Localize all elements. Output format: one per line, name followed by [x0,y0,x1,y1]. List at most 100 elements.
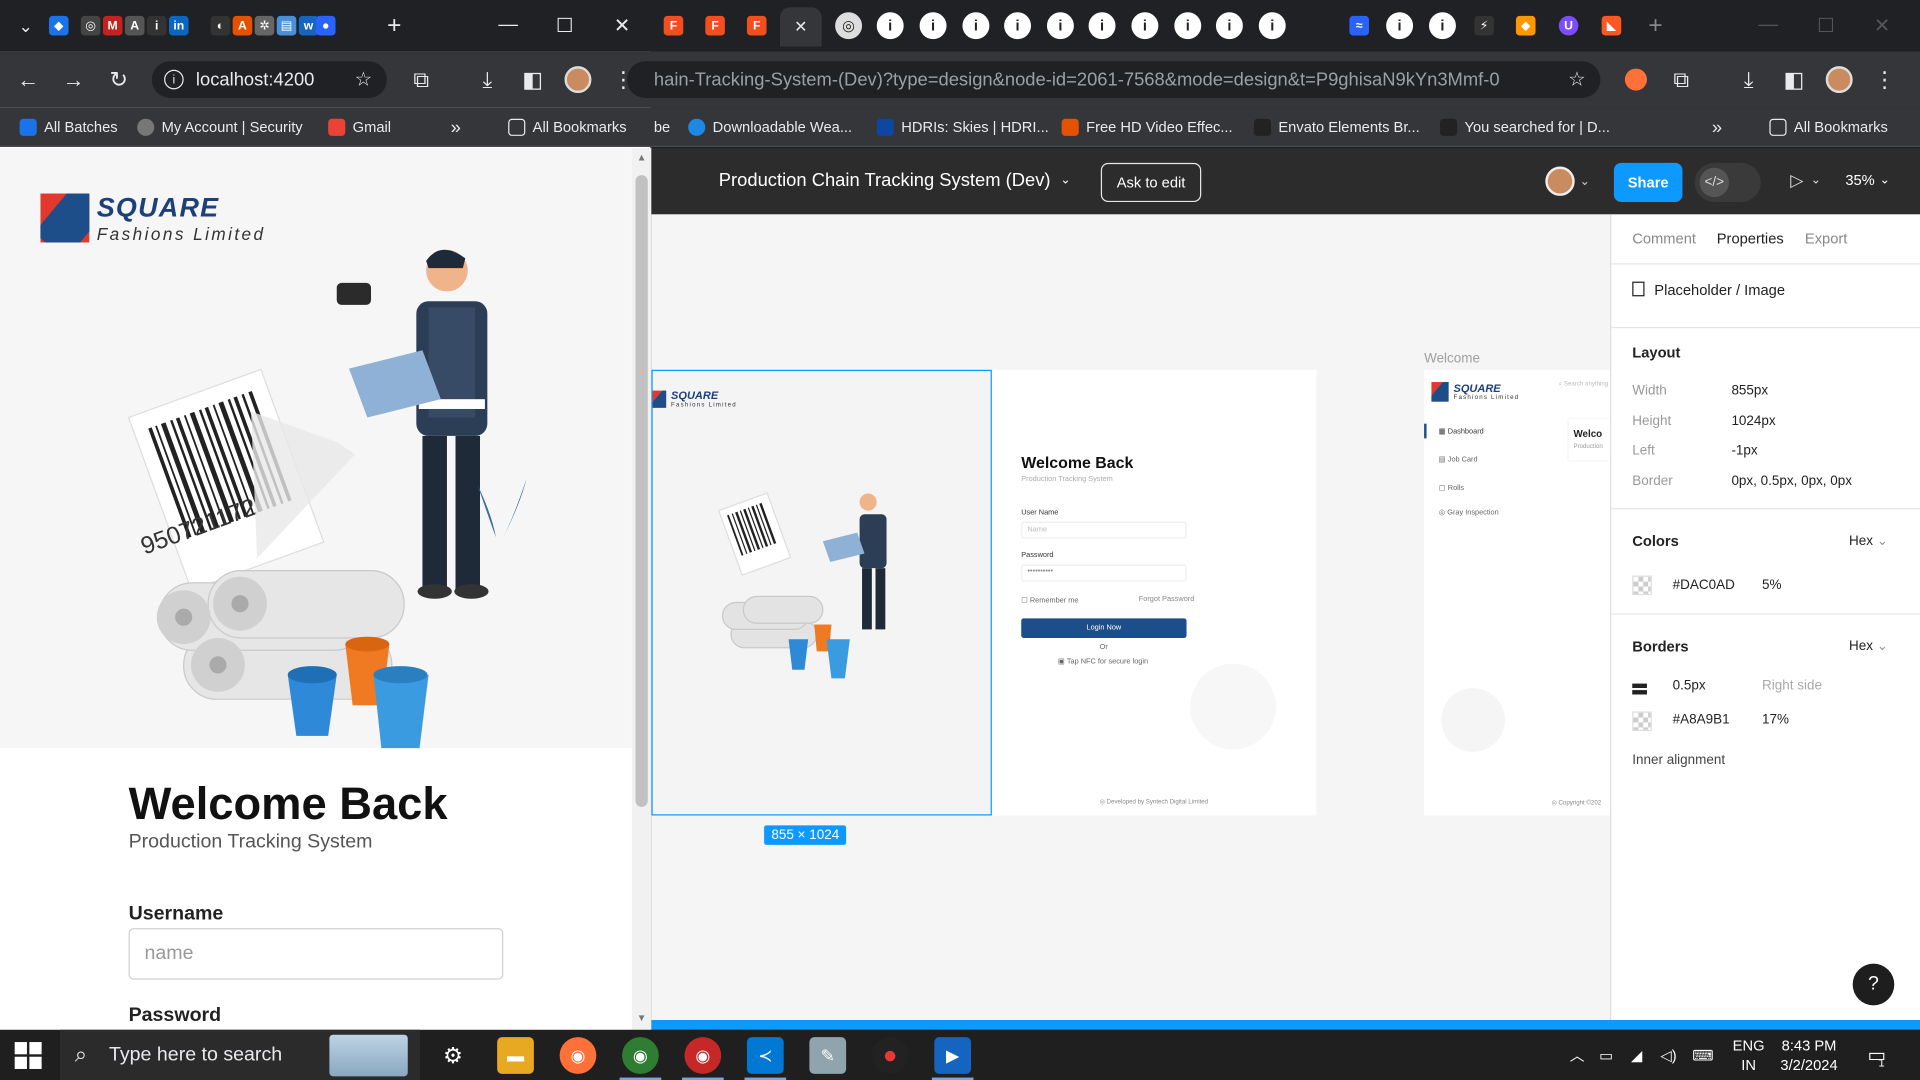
tab-favicon-icon[interactable]: U [1558,15,1579,36]
bookmark-gmail[interactable]: Gmail [328,116,391,138]
figma-canvas[interactable]: SQUARE Fashions Limited Welcome Back Pro… [651,214,1611,1021]
tab-export[interactable]: Export [1805,230,1847,247]
info-tab-icon[interactable]: i [1046,12,1074,40]
profile-avatar[interactable] [563,65,592,94]
border-value[interactable]: 0px, 0.5px, 0px, 0px [1731,474,1852,489]
help-button[interactable]: ? [1852,963,1895,1006]
frame-label-welcome[interactable]: Welcome [1424,351,1480,366]
site-info-icon[interactable]: i [164,69,184,90]
left-page-scrollbar[interactable]: ▲ ▼ [631,148,652,1030]
border-hex[interactable]: #A8A9B1 [1673,713,1730,728]
back-icon[interactable]: ← [13,65,42,94]
tab-favicon-icon[interactable]: A [232,15,253,36]
bookmark-all-batches[interactable]: All Batches [19,116,118,138]
reload-icon[interactable]: ↻ [104,65,133,94]
tab-favicon-icon[interactable]: ◣ [1601,15,1622,36]
forward-icon[interactable]: → [59,65,88,94]
battery-icon[interactable]: ▭ [1599,1030,1613,1080]
menu-icon[interactable]: ⋮ [1870,65,1899,94]
scrollbar-thumb[interactable] [635,175,648,807]
bookmark-envato[interactable]: Envato Elements Br... [1253,116,1420,138]
tab-properties[interactable]: Properties [1717,230,1784,247]
width-value[interactable]: 855px [1731,383,1768,398]
username-input[interactable]: name [128,928,504,980]
media-player-icon[interactable]: ▶ [934,1037,972,1074]
tab-favicon-icon[interactable]: ◆ [48,15,69,36]
more-bookmarks-icon[interactable]: » [1712,116,1722,138]
fill-hex[interactable]: #DAC0AD [1673,578,1735,593]
close-window-icon[interactable]: ✕ [607,11,636,40]
tray-overflow-icon[interactable]: ︿ [1570,1030,1585,1080]
chrome-icon[interactable]: ◉ [622,1037,659,1074]
tab-favicon-icon[interactable]: ≈ [1349,15,1369,36]
all-bookmarks[interactable]: All Bookmarks [1769,116,1888,138]
minimize-icon[interactable]: — [1753,11,1782,40]
active-tab-close-icon[interactable]: ✕ [780,7,822,47]
info-tab-icon[interactable]: i [962,12,990,40]
tab-favicon-icon[interactable]: ◎ [80,15,101,36]
all-bookmarks[interactable]: All Bookmarks [508,116,627,138]
border-side[interactable]: Right side [1762,678,1822,693]
mock-nav-gray-inspection[interactable]: ◎ Gray Inspection [1439,508,1499,516]
bookmark-downloadable-weather[interactable]: Downloadable Wea... [688,116,852,138]
tab-favicon-icon[interactable]: ◎ [835,12,863,40]
clock[interactable]: 8:43 PM 3/2/2024 [1780,1030,1837,1080]
tab-favicon-icon[interactable]: A [124,15,145,36]
bookmark-hdris[interactable]: HDRIs: Skies | HDRI... [876,116,1049,138]
mock-nav-rolls[interactable]: ▢ Rolls [1439,484,1464,492]
gmail-tab-icon[interactable]: M [102,15,123,36]
ask-to-edit-button[interactable]: Ask to edit [1100,162,1202,203]
network-icon[interactable]: ◢ [1631,1030,1642,1080]
tab-favicon-icon[interactable]: ● [315,15,336,36]
info-tab-icon[interactable]: i [1428,12,1456,40]
side-panel-icon[interactable]: ◧ [518,65,547,94]
minimize-icon[interactable]: — [493,11,522,40]
new-tab-icon[interactable]: + [377,9,411,43]
record-icon[interactable]: ● [871,1037,909,1074]
share-button[interactable]: Share [1613,162,1683,203]
profile-avatar[interactable] [1825,65,1854,94]
mock-forgot-link[interactable]: Forgot Password [1139,596,1195,603]
extensions-icon[interactable]: ⧉ [1667,65,1696,94]
info-tab-icon[interactable]: i [919,12,947,40]
mock-username-input[interactable]: Name [1021,521,1187,539]
bookmark-free-hd-video[interactable]: Free HD Video Effec... [1061,116,1233,138]
zoom-menu[interactable]: 35% ⌄ [1845,171,1890,188]
extensions-icon[interactable]: ⧉ [407,65,436,94]
user-avatar-menu[interactable]: ⌄ [1545,166,1590,196]
layer-name[interactable]: Placeholder / Image [1654,282,1785,299]
bookmark-be[interactable]: be [654,116,670,138]
mock-nav-job-card[interactable]: ▤ Job Card [1439,456,1478,464]
bookmark-you-searched[interactable]: You searched for | D... [1440,116,1610,138]
tab-favicon-icon[interactable]: ◐ [210,15,231,36]
notepad-icon[interactable]: ✎ [809,1037,847,1074]
left-address-bar[interactable]: i localhost:4200 ☆ [151,61,387,98]
maximize-icon[interactable]: ☐ [1811,11,1840,40]
mock-nav-dashboard[interactable]: ▦ Dashboard [1439,427,1484,436]
bookmark-star-icon[interactable]: ☆ [355,67,373,91]
tab-favicon-icon[interactable]: ◆ [1515,15,1536,36]
mock-remember-checkbox[interactable]: ☐ Remember me [1021,596,1078,605]
info-tab-icon[interactable]: i [1088,12,1116,40]
dev-mode-toggle[interactable]: </> [1694,162,1761,203]
new-tab-icon[interactable]: + [1638,9,1672,43]
file-explorer-icon[interactable]: ▬ [497,1037,534,1074]
border-opacity[interactable]: 17% [1762,713,1789,728]
present-button[interactable]: ▷ ⌄ [1790,170,1821,191]
tab-favicon-icon[interactable]: ▤ [276,15,297,36]
border-width[interactable]: 0.5px [1673,678,1706,693]
download-icon[interactable]: ⤓ [1734,65,1763,94]
mock-login-button[interactable]: Login Now [1021,618,1187,638]
notifications-icon[interactable]: ▭ 1 [1867,1030,1886,1080]
info-tab-icon[interactable]: i [1386,12,1414,40]
vscode-icon[interactable]: ≺ [746,1037,784,1074]
chrome-profile-icon[interactable]: ◉ [684,1037,722,1074]
mock-nfc-text[interactable]: ▣ Tap NFC for secure login [1058,658,1148,666]
tab-favicon-icon[interactable]: ⚡ [1474,15,1494,36]
keyboard-icon[interactable]: ⌨ [1692,1030,1713,1080]
info-tab-icon[interactable]: i [1131,12,1159,40]
tab-search-icon[interactable]: ⌄ [9,9,43,43]
tab-comment[interactable]: Comment [1632,230,1696,247]
volume-icon[interactable]: ◁) [1660,1030,1676,1080]
taskbar-search-box[interactable]: ⌕ Type here to search [60,1029,421,1080]
